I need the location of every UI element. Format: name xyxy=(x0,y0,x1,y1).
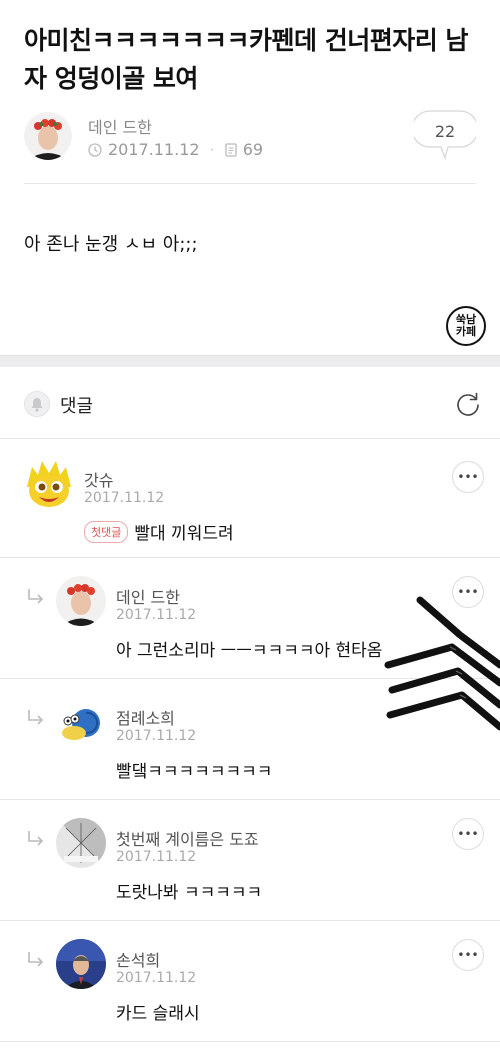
comments-title: 댓글 xyxy=(60,396,94,417)
reply-item: 점례소희 2017.11.12 빨댘ㅋㅋㅋㅋㅋㅋㅋㅋ xyxy=(0,679,500,800)
section-gap xyxy=(0,355,500,367)
cafe-logo-line: 카페 xyxy=(455,325,477,338)
commenter-name[interactable]: 점례소희 xyxy=(116,705,175,729)
commenter-name[interactable]: 손석희 xyxy=(116,947,160,971)
comment-item: 갓슈 2017.11.12 첫댓글 빨대 끼워드려 ••• xyxy=(0,439,500,558)
divider xyxy=(24,183,476,184)
comment-date: 2017.11.12 xyxy=(116,607,197,623)
comment-text: 아 그런소리마 ㅡㅡㅋㅋㅋㅋ아 현타옴 xyxy=(116,641,383,661)
commenter-name[interactable]: 첫번째 계이름은 도죠 xyxy=(116,826,259,850)
reply-arrow-icon xyxy=(28,831,44,846)
commenter-avatar[interactable] xyxy=(24,459,74,509)
more-dots-icon[interactable]: ••• xyxy=(452,576,484,608)
clock-icon xyxy=(88,142,102,157)
post-body: 아 존나 눈갱 ㅅㅂ 아;;; xyxy=(24,234,198,255)
commenter-avatar[interactable] xyxy=(56,576,106,626)
author-avatar[interactable] xyxy=(24,112,72,160)
comment-text: 빨댘ㅋㅋㅋㅋㅋㅋㅋㅋ xyxy=(116,762,273,782)
post-date: 2017.11.12 xyxy=(108,140,200,159)
more-dots-icon[interactable]: ••• xyxy=(452,461,484,493)
comment-text: 도랏나봐 ㅋㅋㅋㅋㅋ xyxy=(116,883,263,903)
reply-item: 손석희 2017.11.12 카드 슬래시 ••• xyxy=(0,921,500,1042)
post-title: 아미친ㅋㅋㅋㅋㅋㅋㅋ카펜데 건너편자리 남자 엉덩이골 보여 xyxy=(24,26,468,93)
comment-text: 카드 슬래시 xyxy=(116,1004,200,1024)
comments-header: 댓글 xyxy=(0,367,500,439)
post-meta: 2017.11.12 · 69 xyxy=(88,140,263,159)
comment-date: 2017.11.12 xyxy=(116,728,197,744)
reply-arrow-icon xyxy=(28,952,44,967)
bell-icon[interactable] xyxy=(24,391,50,417)
author-row: 데인 드한 2017.11.12 · 69 22 xyxy=(24,110,479,161)
commenter-avatar[interactable] xyxy=(56,697,106,747)
comment-count: 22 xyxy=(434,122,456,141)
cafe-logo: 쑥남 카페 xyxy=(446,306,486,346)
first-comment-badge: 첫댓글 xyxy=(84,520,129,543)
view-count: 69 xyxy=(242,140,264,159)
reply-item: 데인 드한 2017.11.12 아 그런소리마 ㅡㅡㅋㅋㅋㅋ아 현타옴 ••• xyxy=(0,558,500,679)
reply-arrow-icon xyxy=(28,710,44,725)
refresh-icon[interactable] xyxy=(454,390,482,418)
commenter-avatar[interactable] xyxy=(56,818,106,868)
comment-date: 2017.11.12 xyxy=(116,970,197,986)
document-icon xyxy=(225,142,237,157)
meta-separator: · xyxy=(209,140,215,159)
comment-content: 첫댓글 빨대 끼워드려 xyxy=(84,519,234,544)
comment-date: 2017.11.12 xyxy=(116,849,197,865)
commenter-name[interactable]: 갓슈 xyxy=(84,467,113,491)
more-dots-icon[interactable]: ••• xyxy=(452,939,484,971)
more-dots-icon[interactable]: ••• xyxy=(452,818,484,850)
comment-text: 빨대 끼워드려 xyxy=(134,524,234,544)
commenter-avatar[interactable] xyxy=(56,939,106,989)
comment-count-button[interactable]: 22 xyxy=(411,110,479,161)
post-section: 아미친ㅋㅋㅋㅋㅋㅋㅋ카펜데 건너편자리 남자 엉덩이골 보여 데인 드한 201… xyxy=(0,0,500,355)
reply-arrow-icon xyxy=(28,589,44,604)
author-name[interactable]: 데인 드한 xyxy=(88,114,152,138)
comment-date: 2017.11.12 xyxy=(84,490,165,506)
commenter-name[interactable]: 데인 드한 xyxy=(116,584,180,608)
reply-item: 첫번째 계이름은 도죠 2017.11.12 도랏나봐 ㅋㅋㅋㅋㅋ ••• xyxy=(0,800,500,921)
